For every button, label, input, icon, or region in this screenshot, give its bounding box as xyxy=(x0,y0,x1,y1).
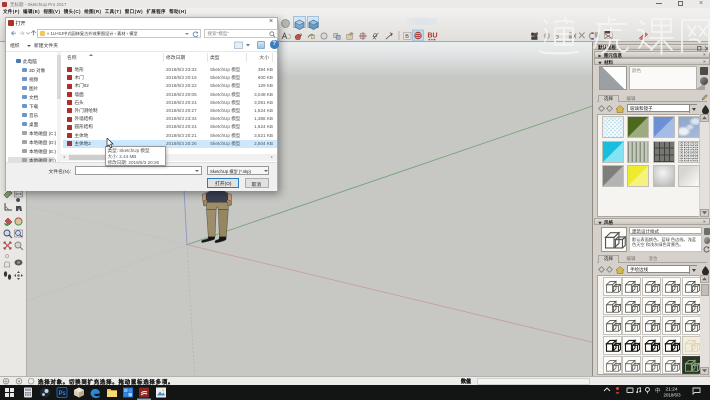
svg-text:2018/6/3: 2018/6/3 xyxy=(664,393,682,398)
svg-text:BU: BU xyxy=(428,33,438,40)
svg-text:中: 中 xyxy=(655,387,661,395)
svg-text:Ps: Ps xyxy=(59,391,66,397)
svg-text:B: B xyxy=(405,34,409,40)
